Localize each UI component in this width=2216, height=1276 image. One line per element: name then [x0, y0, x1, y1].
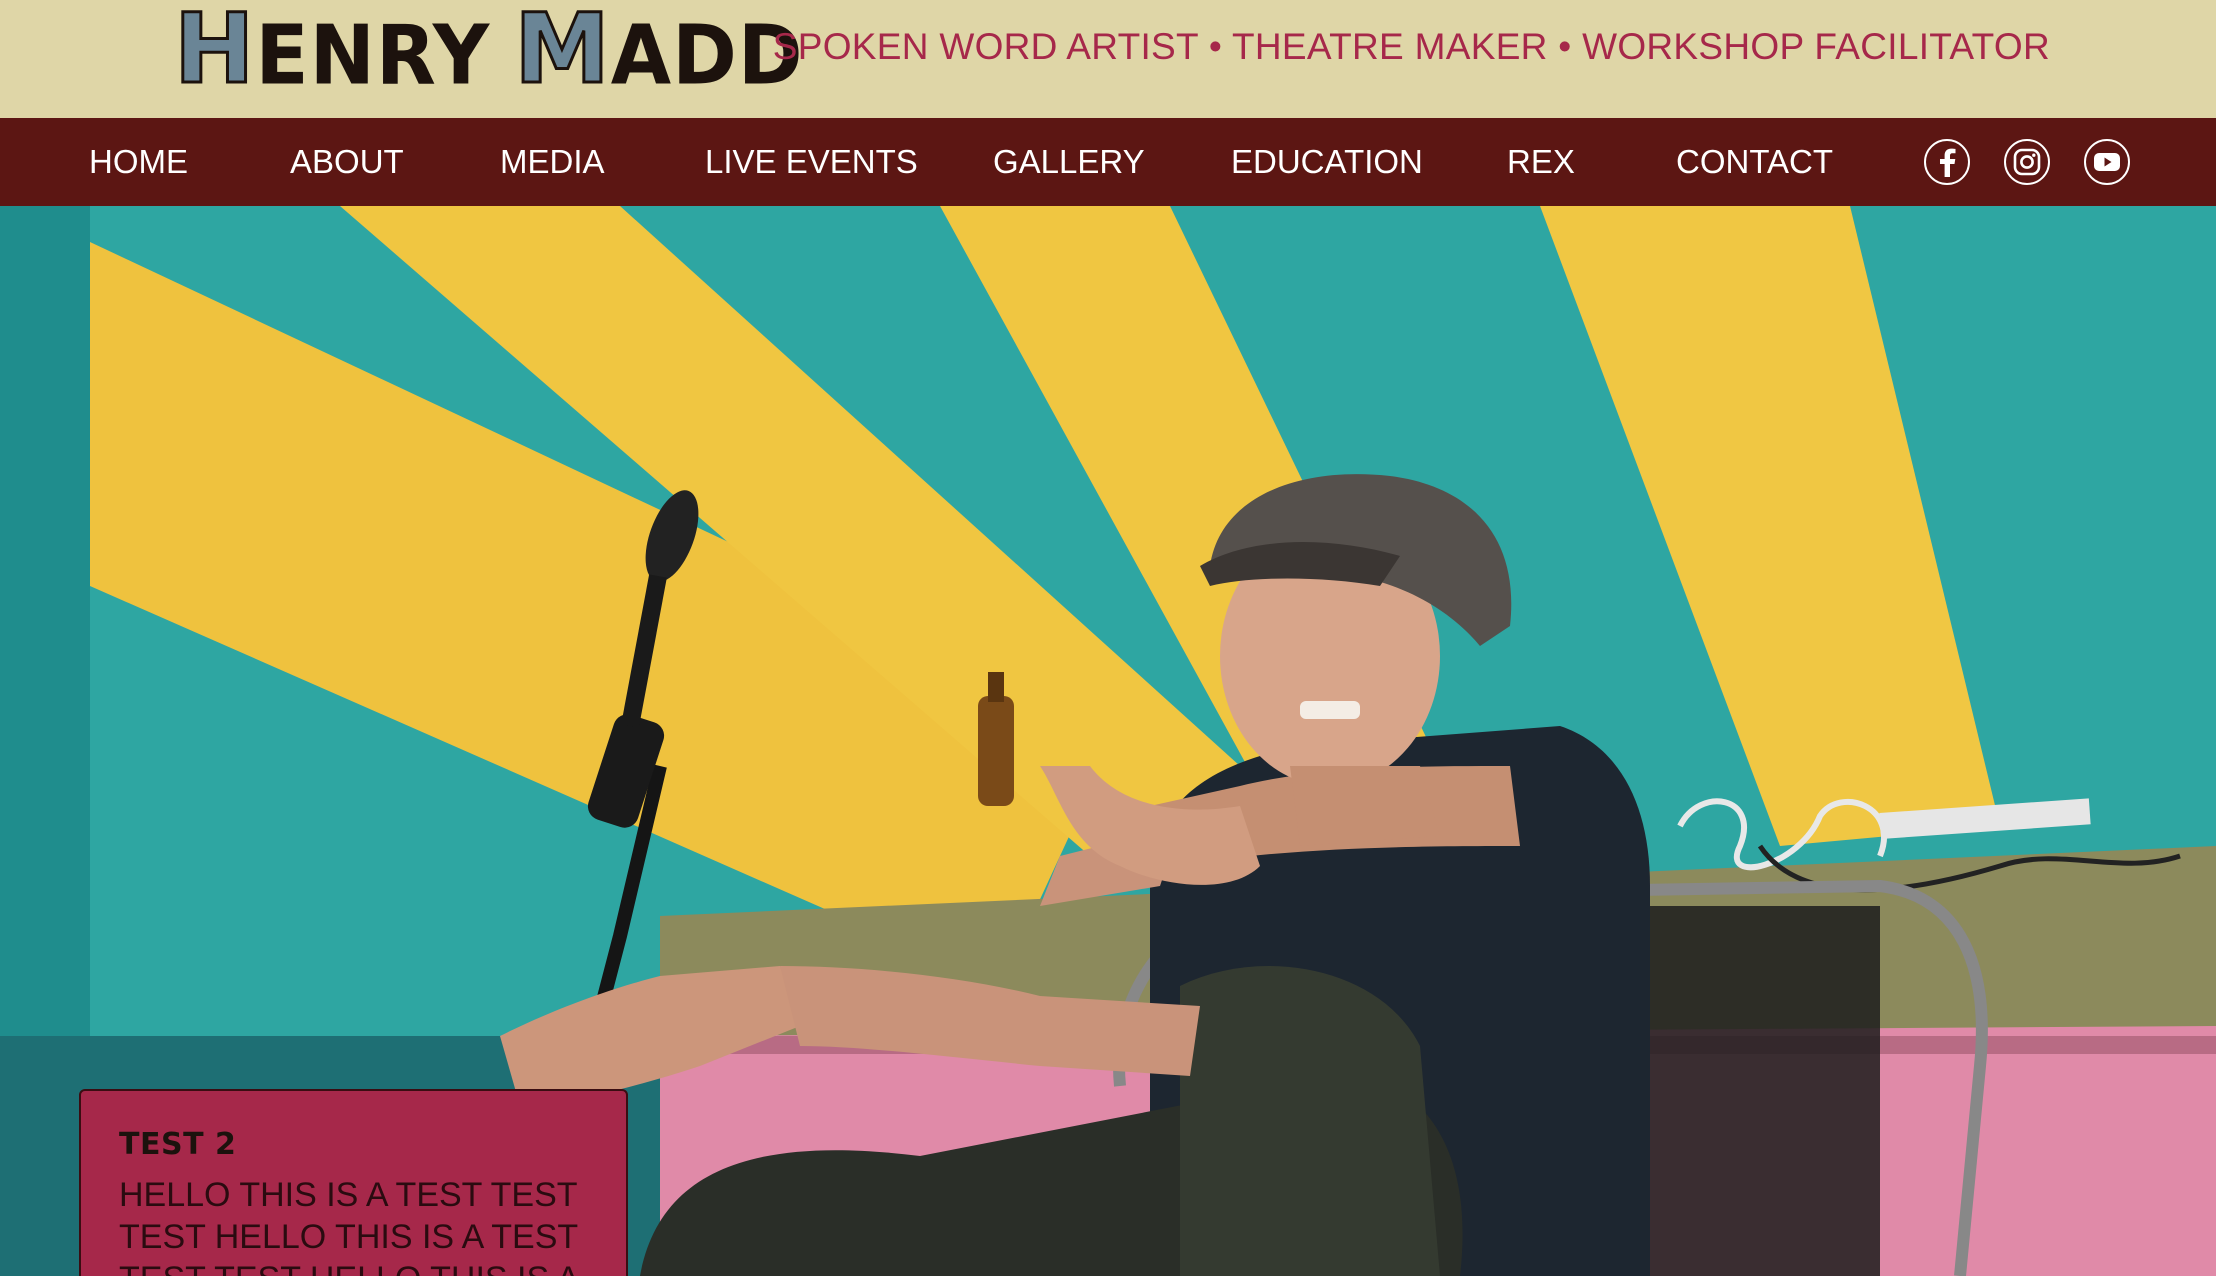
card-title: TEST 2 [119, 1127, 237, 1162]
logo-first-initial: H [172, 0, 256, 105]
nav-live-events[interactable]: LIVE EVENTS [705, 118, 918, 206]
logo-first-rest: ENRY [255, 8, 491, 104]
main-nav: HOME ABOUT MEDIA LIVE EVENTS GALLERY EDU… [0, 118, 2216, 206]
card-text: HELLO THIS IS A TEST TEST TEST HELLO THI… [119, 1176, 579, 1276]
nav-education[interactable]: EDUCATION [1231, 118, 1423, 206]
instagram-icon[interactable] [2004, 139, 2050, 185]
logo-last-initial: M [513, 0, 612, 105]
facebook-icon[interactable] [1924, 139, 1970, 185]
nav-home[interactable]: HOME [89, 118, 188, 206]
nav-about[interactable]: ABOUT [290, 118, 404, 206]
site-logo[interactable]: H ENRY M ADD [172, 0, 804, 105]
nav-contact[interactable]: CONTACT [1676, 118, 1833, 206]
nav-rex[interactable]: REX [1507, 118, 1575, 206]
site-tagline: SPOKEN WORD ARTIST • THEATRE MAKER • WOR… [772, 26, 2050, 67]
nav-gallery[interactable]: GALLERY [993, 118, 1145, 206]
info-card: TEST 2 HELLO THIS IS A TEST TEST TEST HE… [79, 1089, 628, 1276]
site-header: H ENRY M ADD SPOKEN WORD ARTIST • THEATR… [0, 0, 2216, 118]
nav-media[interactable]: MEDIA [500, 118, 605, 206]
youtube-icon[interactable] [2084, 139, 2130, 185]
